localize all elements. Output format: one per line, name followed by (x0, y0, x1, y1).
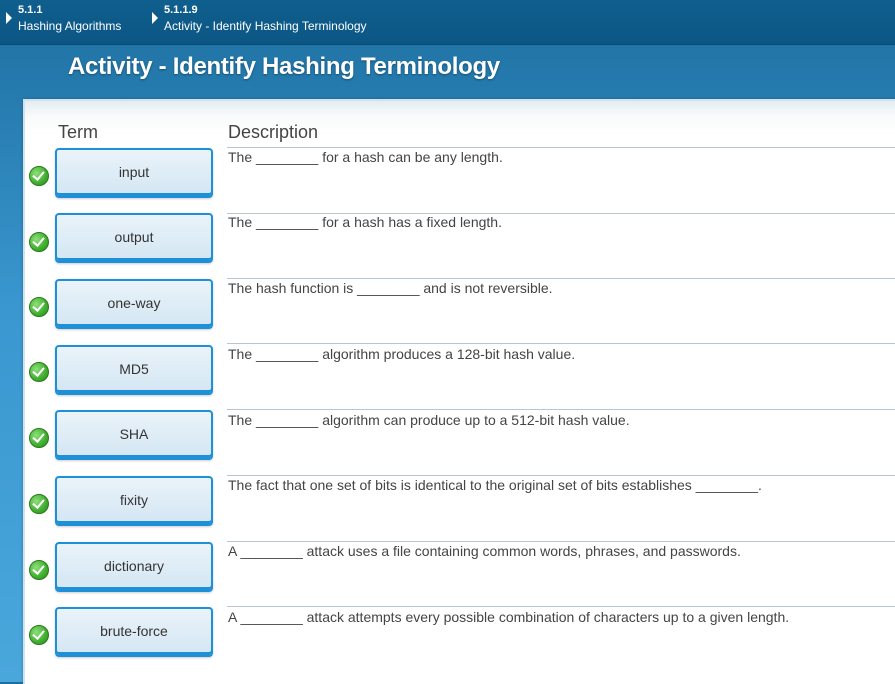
row-divider (227, 147, 895, 148)
term-button[interactable]: output (55, 213, 213, 263)
row-divider (227, 606, 895, 607)
description-text: A ________ attack attempts every possibl… (228, 609, 790, 625)
term-button[interactable]: input (55, 148, 213, 198)
description-text: The fact that one set of bits is identic… (228, 477, 762, 493)
breadcrumb-label: Activity - Identify Hashing Terminology (164, 19, 367, 33)
matching-row: The ________ for a hash has a fixed leng… (25, 211, 895, 277)
term-button[interactable]: MD5 (55, 345, 213, 395)
term-button[interactable]: dictionary (55, 542, 213, 592)
description-text: A ________ attack uses a file containing… (228, 543, 741, 559)
check-circle-icon (29, 560, 49, 580)
matching-row: The hash function is ________ and is not… (25, 276, 895, 342)
row-divider (227, 278, 895, 279)
check-circle-icon (29, 166, 49, 186)
check-circle-icon (29, 362, 49, 382)
activity-panel: Term Description The ________ for a hash… (23, 99, 895, 684)
row-divider (227, 475, 895, 476)
breadcrumb-bar: 5.1.1 Hashing Algorithms 5.1.1.9 Activit… (0, 0, 895, 45)
triangle-right-icon (152, 12, 158, 24)
matching-row: The ________ for a hash can be any lengt… (25, 145, 895, 211)
panel-top-band (25, 101, 895, 115)
page-title: Activity - Identify Hashing Terminology (68, 53, 500, 80)
matching-row: A ________ attack uses a file containing… (25, 539, 895, 605)
check-circle-icon (29, 232, 49, 252)
term-button[interactable]: fixity (55, 476, 213, 526)
term-column-header: Term (58, 122, 98, 142)
matching-row: The ________ algorithm can produce up to… (25, 408, 895, 474)
breadcrumb-label: Hashing Algorithms (18, 19, 122, 33)
description-text: The hash function is ________ and is not… (228, 280, 553, 296)
check-circle-icon (29, 428, 49, 448)
breadcrumb-number: 5.1.1 (18, 4, 43, 16)
term-button[interactable]: one-way (55, 279, 213, 329)
description-text: The ________ algorithm produces a 128-bi… (228, 346, 576, 362)
check-circle-icon (29, 625, 49, 645)
term-button[interactable]: SHA (55, 410, 213, 460)
description-text: The ________ for a hash has a fixed leng… (228, 214, 502, 230)
matching-row: The ________ algorithm produces a 128-bi… (25, 342, 895, 408)
row-divider (227, 409, 895, 410)
check-circle-icon (29, 297, 49, 317)
row-divider (227, 343, 895, 344)
description-text: The ________ algorithm can produce up to… (228, 412, 630, 428)
triangle-right-icon (6, 12, 12, 24)
breadcrumb-number: 5.1.1.9 (164, 4, 198, 16)
description-column-header: Description (228, 122, 319, 142)
description-text: The ________ for a hash can be any lengt… (228, 149, 503, 165)
matching-row: A ________ attack attempts every possibl… (25, 604, 895, 670)
row-divider (227, 541, 895, 542)
check-circle-icon (29, 494, 49, 514)
term-button[interactable]: brute-force (55, 607, 213, 657)
matching-row: The fact that one set of bits is identic… (25, 473, 895, 539)
